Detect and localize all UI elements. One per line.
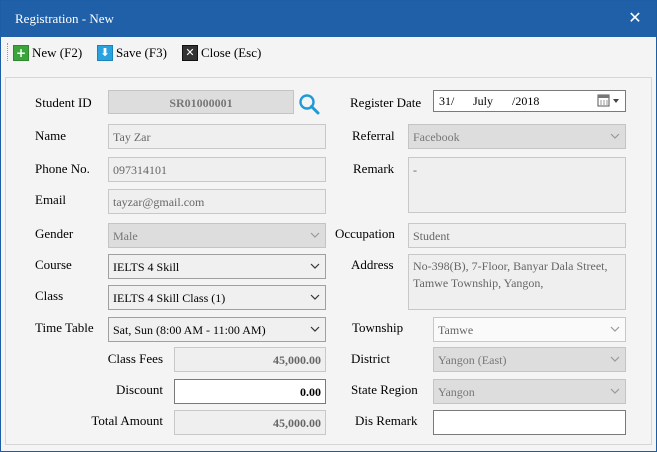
close-icon: ✕ <box>182 45 198 61</box>
date-month[interactable]: July <box>473 94 493 109</box>
referral-select[interactable]: Facebook <box>408 124 626 149</box>
address-label: Address <box>351 257 394 272</box>
registration-window: Registration - New ✕ + New (F2) ⬇ Save (… <box>0 0 657 452</box>
state-region-value: Yangon <box>438 385 475 399</box>
course-label: Course <box>35 257 72 272</box>
register-date-picker[interactable]: 31/ July /2018 <box>433 90 626 112</box>
discount-label: Discount <box>116 382 163 397</box>
district-label: District <box>351 351 390 366</box>
district-select[interactable]: Yangon (East) <box>433 347 626 372</box>
chevron-down-icon <box>610 384 620 398</box>
class-fees-label: Class Fees <box>107 351 163 366</box>
register-date-label: Register Date <box>350 95 422 110</box>
time-table-label: Time Table <box>35 320 94 335</box>
gender-label: Gender <box>35 226 74 241</box>
district-value: Yangon (East) <box>438 353 507 367</box>
remark-label: Remark <box>353 161 395 176</box>
address-field[interactable]: No-398(B), 7-Floor, Banyar Dala Street, … <box>408 254 626 310</box>
search-icon[interactable] <box>298 93 320 115</box>
dis-remark-label: Dis Remark <box>355 413 418 428</box>
name-field[interactable]: Tay Zar <box>108 124 326 149</box>
class-label: Class <box>35 288 64 303</box>
chevron-down-icon <box>310 259 320 273</box>
phone-field[interactable]: 097314101 <box>108 157 326 182</box>
gender-value: Male <box>113 229 138 243</box>
title-bar: Registration - New ✕ <box>1 1 656 37</box>
remark-field[interactable]: - <box>408 157 626 213</box>
chevron-down-icon <box>610 352 620 366</box>
chevron-down-icon <box>310 228 320 242</box>
occupation-label: Occupation <box>335 226 395 241</box>
plus-icon: + <box>13 45 29 61</box>
chevron-down-icon <box>610 129 620 143</box>
chevron-down-icon <box>310 290 320 304</box>
class-value: IELTS 4 Skill Class (1) <box>113 291 226 305</box>
discount-input[interactable]: 0.00 <box>174 379 326 404</box>
referral-label: Referral <box>352 128 395 143</box>
township-select[interactable]: Tamwe <box>433 317 626 342</box>
gender-select[interactable]: Male <box>108 223 326 248</box>
dis-remark-input[interactable] <box>433 410 626 435</box>
student-id-field[interactable]: SR01000001 <box>108 90 294 114</box>
save-button[interactable]: ⬇ Save (F3) <box>97 44 167 62</box>
new-button-label: New (F2) <box>32 45 83 60</box>
state-region-label: State Region <box>351 382 418 397</box>
township-value: Tamwe <box>438 323 474 337</box>
save-button-label: Save (F3) <box>116 45 167 60</box>
class-fees-field[interactable]: 45,000.00 <box>174 347 326 372</box>
township-label: Township <box>352 320 404 335</box>
time-table-value: Sat, Sun (8:00 AM - 11:00 AM) <box>113 323 266 337</box>
new-button[interactable]: + New (F2) <box>13 44 82 62</box>
toolbar-grip <box>7 43 8 61</box>
course-select[interactable]: IELTS 4 Skill <box>108 254 326 279</box>
phone-label: Phone No. <box>35 161 90 176</box>
calendar-icon[interactable] <box>597 94 623 108</box>
name-label: Name <box>35 128 67 143</box>
date-year[interactable]: /2018 <box>512 94 539 109</box>
class-select[interactable]: IELTS 4 Skill Class (1) <box>108 285 326 310</box>
date-day[interactable]: 31/ <box>439 94 454 109</box>
student-id-label: Student ID <box>35 95 92 110</box>
total-amount-label: Total Amount <box>91 413 163 428</box>
state-region-select[interactable]: Yangon <box>433 379 626 404</box>
referral-value: Facebook <box>413 130 460 144</box>
save-icon: ⬇ <box>97 45 113 61</box>
email-field[interactable]: tayzar@gmail.com <box>108 189 326 214</box>
email-label: Email <box>35 192 67 207</box>
time-table-select[interactable]: Sat, Sun (8:00 AM - 11:00 AM) <box>108 317 326 342</box>
close-button-label: Close (Esc) <box>201 45 262 60</box>
close-button[interactable]: ✕ Close (Esc) <box>182 44 261 62</box>
close-icon[interactable]: ✕ <box>625 7 645 29</box>
toolbar: + New (F2) ⬇ Save (F3) ✕ Close (Esc) <box>1 37 656 67</box>
occupation-field[interactable]: Student <box>408 223 626 248</box>
chevron-down-icon <box>310 322 320 336</box>
window-title: Registration - New <box>15 11 114 26</box>
total-amount-field[interactable]: 45,000.00 <box>174 410 326 435</box>
course-value: IELTS 4 Skill <box>113 260 180 274</box>
chevron-down-icon <box>610 322 620 336</box>
